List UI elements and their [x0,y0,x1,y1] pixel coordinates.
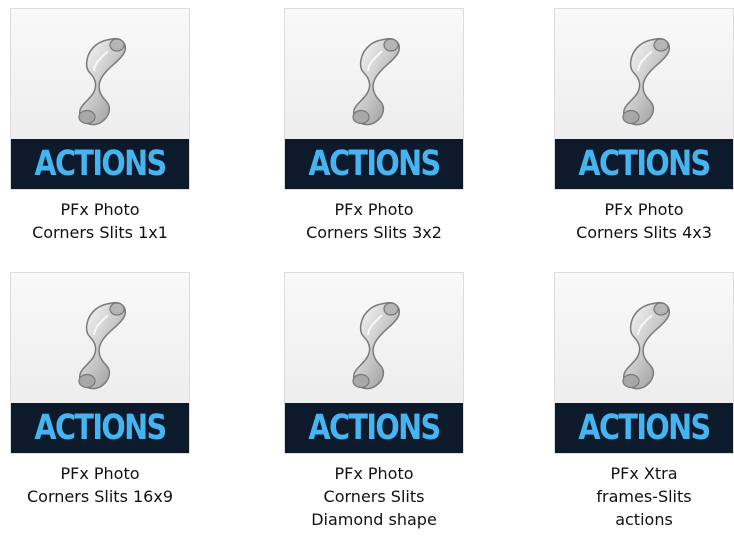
actions-banner: ACTIONS [555,139,733,189]
scroll-icon [78,37,126,126]
actions-label: ACTIONS [578,407,711,448]
scroll-icon [352,301,400,390]
actions-file-icon[interactable]: ACTIONS [284,8,464,190]
actions-file-icon[interactable]: ACTIONS [10,8,190,190]
file-item-xtra-frames-slits-actions[interactable]: ACTIONS PFx Xtra frames-Slits actions [544,264,734,534]
actions-file-icon[interactable]: ACTIONS [554,8,734,190]
scroll-icon [78,301,126,390]
actions-label: ACTIONS [34,407,167,448]
file-grid: ACTIONS PFx Photo Corners Slits 1x1 ACTI… [0,0,734,553]
file-item-photo-corners-slits-16x9[interactable]: ACTIONS PFx Photo Corners Slits 16x9 [0,264,200,534]
actions-file-icon[interactable]: ACTIONS [284,272,464,454]
file-name-label: PFx Photo Corners Slits Diamond shape [311,464,437,529]
file-item-photo-corners-slits-4x3[interactable]: ACTIONS PFx Photo Corners Slits 4x3 [544,0,734,270]
actions-label: ACTIONS [34,143,167,184]
actions-file-icon[interactable]: ACTIONS [10,272,190,454]
file-name-label: PFx Photo Corners Slits 1x1 [32,200,168,242]
actions-label: ACTIONS [308,143,441,184]
scroll-icon [622,37,670,126]
actions-banner: ACTIONS [285,403,463,453]
actions-banner: ACTIONS [285,139,463,189]
actions-banner: ACTIONS [11,403,189,453]
file-name-label: PFx Photo Corners Slits 3x2 [306,200,442,242]
actions-file-icon[interactable]: ACTIONS [554,272,734,454]
actions-banner: ACTIONS [11,139,189,189]
file-item-photo-corners-slits-1x1[interactable]: ACTIONS PFx Photo Corners Slits 1x1 [0,0,200,270]
actions-label: ACTIONS [308,407,441,448]
file-name-label: PFx Photo Corners Slits 4x3 [576,200,712,242]
file-item-photo-corners-slits-3x2[interactable]: ACTIONS PFx Photo Corners Slits 3x2 [274,0,474,270]
scroll-icon [622,301,670,390]
file-name-label: PFx Photo Corners Slits 16x9 [27,464,173,506]
actions-label: ACTIONS [578,143,711,184]
scroll-icon [352,37,400,126]
file-name-label: PFx Xtra frames-Slits actions [596,464,692,529]
actions-banner: ACTIONS [555,403,733,453]
file-item-photo-corners-slits-diamond[interactable]: ACTIONS PFx Photo Corners Slits Diamond … [274,264,474,534]
